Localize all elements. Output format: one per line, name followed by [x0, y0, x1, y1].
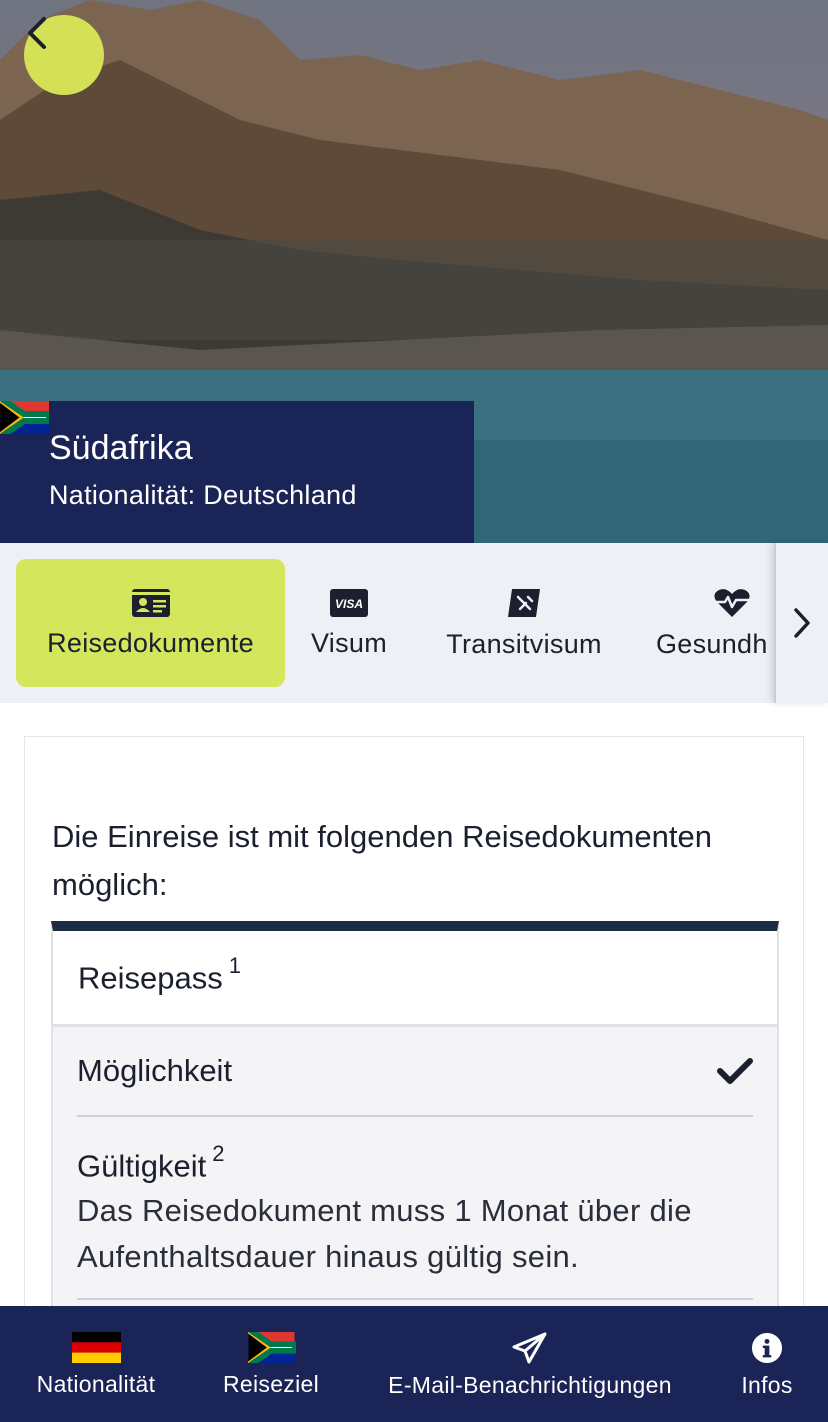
bottom-navigation: Nationalität Reiseziel E-Mail-Benachrich… [0, 1306, 828, 1422]
hero-image: Südafrika Nationalität: Deutschland [0, 0, 828, 543]
tab-label: Visum [310, 627, 388, 658]
footnote-ref[interactable]: 1 [229, 953, 241, 978]
visa-badge-text: VISA [335, 597, 363, 611]
back-button[interactable] [24, 15, 104, 95]
visa-icon: VISA [330, 588, 368, 617]
category-tabs: Reisedokumente VISA Visum Transitvisum G… [0, 543, 828, 703]
nav-label: Nationalität [36, 1371, 156, 1397]
document-title: Reisepass [78, 960, 223, 996]
tab-visum[interactable]: VISA Visum [300, 559, 398, 687]
row-divider [77, 1298, 753, 1301]
info-icon [751, 1332, 783, 1364]
flag-germany-icon [71, 1332, 121, 1363]
destination-name: Südafrika [49, 429, 193, 467]
destination-card: Südafrika Nationalität: Deutschland [0, 401, 474, 543]
validity-label: Gültigkeit [77, 1148, 207, 1184]
document-info-card: Die Einreise ist mit folgenden Reisedoku… [24, 736, 804, 1422]
paper-plane-icon [512, 1332, 547, 1364]
nav-label: Infos [741, 1372, 793, 1398]
document-header: Reisepass 1 [51, 921, 779, 1027]
nav-label: E-Mail-Benachrichtigungen [388, 1372, 672, 1398]
tabs-scroll-right-button[interactable] [774, 543, 828, 703]
possibility-row: Möglichkeit [77, 1027, 753, 1117]
id-card-icon [131, 588, 170, 617]
transit-icon [508, 588, 540, 617]
chevron-right-icon [794, 608, 810, 638]
validity-row: Gültigkeit 2 Das Reisedokument muss 1 Mon… [77, 1117, 753, 1301]
nav-label: Reiseziel [223, 1371, 320, 1397]
chevron-left-icon [28, 17, 46, 49]
tab-transitvisum[interactable]: Transitvisum [432, 559, 616, 687]
intro-text: Die Einreise ist mit folgenden Reisedoku… [52, 819, 712, 902]
possibility-label: Möglichkeit [77, 1053, 233, 1088]
nav-email-notifications[interactable]: E-Mail-Benachrichtigungen [385, 1332, 675, 1399]
nationality-line: Nationalität: Deutschland [49, 480, 357, 510]
flag-south-africa-icon [247, 1332, 296, 1363]
tab-reisedokumente[interactable]: Reisedokumente [16, 559, 285, 687]
tab-label: Transitvisum [446, 628, 602, 659]
validity-text: Das Reisedokument muss 1 Monat über die … [77, 1193, 692, 1275]
flag-south-africa-icon [0, 401, 49, 434]
nav-reiseziel[interactable]: Reiseziel [223, 1332, 320, 1398]
nav-nationalitaet[interactable]: Nationalität [34, 1332, 158, 1398]
check-icon [717, 1058, 753, 1084]
heart-pulse-icon [714, 588, 750, 617]
tab-label: Gesundh [656, 628, 768, 659]
tab-gesundheit[interactable]: Gesundh [656, 559, 776, 687]
nav-infos[interactable]: Infos [740, 1332, 794, 1399]
tab-label: Reisedokumente [47, 627, 254, 658]
footnote-ref[interactable]: 2 [212, 1141, 224, 1166]
